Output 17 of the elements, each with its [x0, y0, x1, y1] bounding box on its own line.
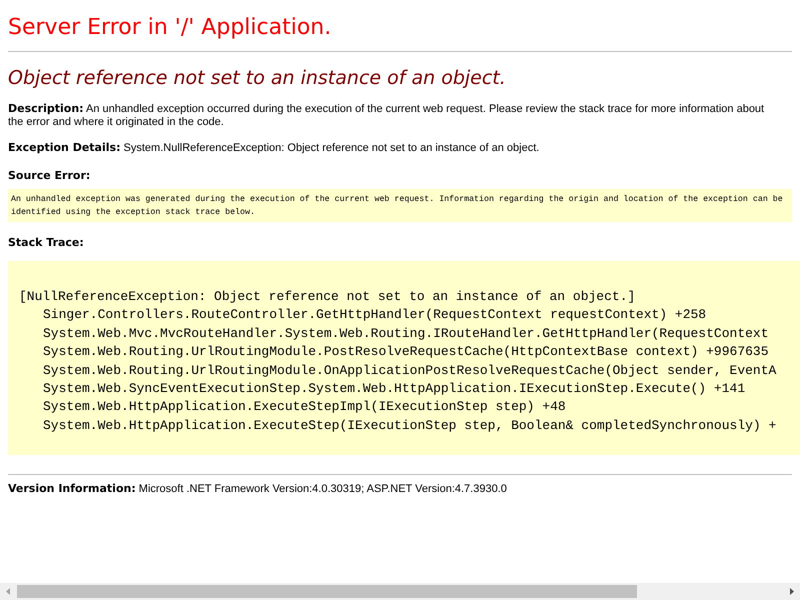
stack-trace-line: System.Web.Routing.UrlRoutingModule.PostResolveRequestCache(HttpContextBase context) +9967635 — [42, 343, 769, 362]
stack-trace-line: Singer.Controllers.RouteController.GetHttpHandler(RequestContext requestContext) +258 — [42, 306, 706, 324]
stack-trace-line: System.Web.HttpApplication.ExecuteStep(IExecutionStep step, Boolean& completedSynchronously) + — [42, 416, 776, 435]
exception-details-text: Exception Details: System.NullReferenceException: Object reference not set to an instance of an object. — [8, 141, 540, 155]
section-label: Source Error: — [8, 169, 92, 182]
stack-trace-line: System.Web.HttpApplication.ExecuteStepImpl(IExecutionStep step) +48 — [42, 398, 566, 416]
error-heading: Object reference not set to an instance of an object. — [8, 66, 507, 91]
stack-trace-line: [NullReferenceException: Object reference not set to an instance of an object.] — [19, 288, 636, 306]
page-title: Server Error in '/' Application. — [8, 14, 332, 42]
section-label: Stack Trace: — [8, 236, 85, 249]
source-error-box: An unhandled exception was generated during the execution of the current web request. Information regarding the origin and location of the exception can be identified using the exception stack trace below. — [8, 189, 792, 222]
version-info-text: Version Information: Microsoft .NET Framework Version:4.0.30319; ASP.NET Version:4.7.3930.0 — [8, 482, 508, 496]
scrollbar-thumb[interactable] — [17, 585, 638, 598]
stack-trace-line: System.Web.SyncEventExecutionStep.System.Web.HttpApplication.IExecutionStep.Execute() +141 — [42, 380, 746, 398]
description-text: Description: An unhandled exception occurred during the execution of the current web request. Please review the stack trace for more information about the error and where it originated in the code. — [8, 102, 766, 129]
stack-trace-line: System.Web.Routing.UrlRoutingModule.OnApplicationPostResolveRequestCache(Object sender, EventA — [42, 362, 776, 380]
stack-trace-line: System.Web.Mvc.MvcRouteHandler.System.Web.Routing.IRouteHandler.GetHttpHandler(RequestContext — [42, 324, 769, 343]
